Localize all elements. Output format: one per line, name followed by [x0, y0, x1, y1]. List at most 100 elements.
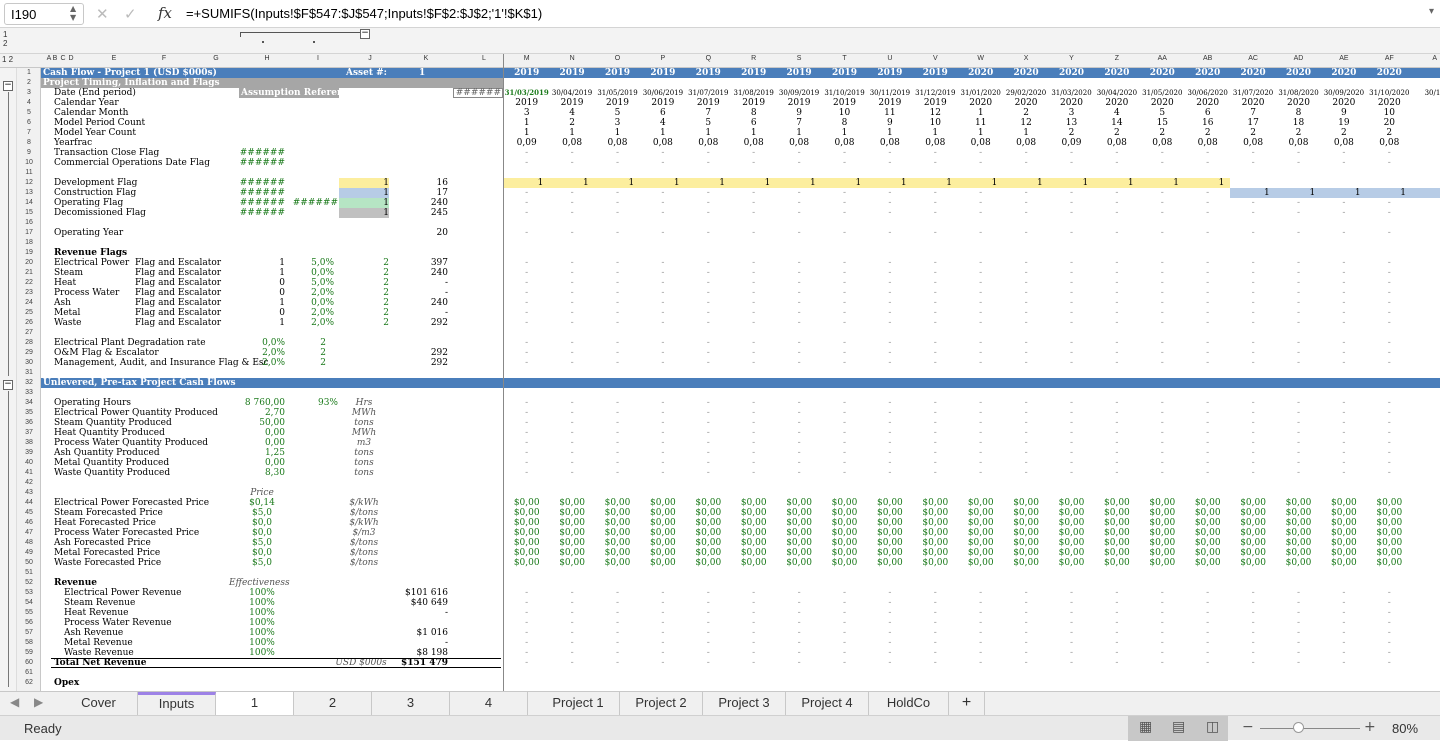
row-header[interactable]: 29: [17, 348, 41, 358]
row-header[interactable]: 47: [17, 528, 41, 538]
sheet-grid[interactable]: Cash Flow - Project 1 (USD $000s) Asset …: [41, 68, 1440, 691]
formula-input[interactable]: =+SUMIFS(Inputs!$F$547:$J$547;Inputs!$F$…: [186, 6, 542, 21]
row-header[interactable]: 27: [17, 328, 41, 338]
column-header-ae[interactable]: AE: [1336, 55, 1352, 62]
sheet-tab-project-1[interactable]: Project 1: [537, 692, 620, 715]
row-header[interactable]: 5: [17, 108, 41, 118]
row-header[interactable]: 39: [17, 448, 41, 458]
row-header[interactable]: 49: [17, 548, 41, 558]
row-header[interactable]: 45: [17, 508, 41, 518]
row-header[interactable]: 26: [17, 318, 41, 328]
row-header[interactable]: 13: [17, 188, 41, 198]
function-icon[interactable]: fx: [158, 4, 172, 22]
column-header-t[interactable]: T: [837, 55, 853, 62]
row-header[interactable]: 32: [17, 378, 41, 388]
cancel-icon[interactable]: ✕: [96, 5, 109, 23]
row-header[interactable]: 48: [17, 538, 41, 548]
row-header[interactable]: 38: [17, 438, 41, 448]
row-header[interactable]: 40: [17, 458, 41, 468]
name-box-stepper-icon[interactable]: ▲ ▼: [70, 4, 76, 22]
row-header[interactable]: 9: [17, 148, 41, 158]
column-header-f[interactable]: F: [160, 55, 168, 62]
row-header[interactable]: 50: [17, 558, 41, 568]
row-outline-level-buttons[interactable]: 1 2: [2, 55, 13, 64]
row-header[interactable]: 28: [17, 338, 41, 348]
row-header[interactable]: 55: [17, 608, 41, 618]
column-header-z[interactable]: Z: [1109, 55, 1125, 62]
page-layout-icon[interactable]: ▤: [1172, 719, 1185, 735]
page-break-preview-icon[interactable]: ◫: [1206, 719, 1219, 735]
column-header-ac[interactable]: AC: [1245, 55, 1261, 62]
row-header[interactable]: 43: [17, 488, 41, 498]
row-header[interactable]: 17: [17, 228, 41, 238]
sheet-tab-inputs[interactable]: Inputs: [138, 692, 216, 715]
row-header[interactable]: 20: [17, 258, 41, 268]
row-header[interactable]: 25: [17, 308, 41, 318]
outline-level-buttons[interactable]: 12: [3, 30, 7, 48]
column-header-af[interactable]: AF: [1381, 55, 1397, 62]
row-header[interactable]: 31: [17, 368, 41, 378]
sheet-tab-cover[interactable]: Cover: [60, 692, 138, 715]
add-sheet-button[interactable]: +: [949, 692, 985, 715]
column-header-c[interactable]: C: [59, 55, 67, 62]
normal-view-icon[interactable]: ▦: [1139, 719, 1152, 735]
zoom-out-icon[interactable]: −: [1242, 719, 1254, 735]
sheet-tab-project-3[interactable]: Project 3: [703, 692, 786, 715]
row-header[interactable]: 8: [17, 138, 41, 148]
sheet-tab-1[interactable]: 1: [216, 692, 294, 715]
row-header[interactable]: 11: [17, 168, 41, 178]
column-header-q[interactable]: Q: [700, 55, 716, 62]
column-header-u[interactable]: U: [882, 55, 898, 62]
column-header-k[interactable]: K: [422, 55, 430, 62]
row-header[interactable]: 18: [17, 238, 41, 248]
row-header[interactable]: 23: [17, 288, 41, 298]
column-header-aa[interactable]: AA: [1154, 55, 1170, 62]
row-header[interactable]: 53: [17, 588, 41, 598]
column-header-p[interactable]: P: [655, 55, 671, 62]
row-header[interactable]: 46: [17, 518, 41, 528]
sheet-tab-project-2[interactable]: Project 2: [620, 692, 703, 715]
row-header[interactable]: 16: [17, 218, 41, 228]
column-header-v[interactable]: V: [927, 55, 943, 62]
sheet-tab-holdco[interactable]: HoldCo: [869, 692, 949, 715]
column-header-ab[interactable]: AB: [1200, 55, 1216, 62]
sheet-tab-3[interactable]: 3: [372, 692, 450, 715]
row-header[interactable]: 52: [17, 578, 41, 588]
column-header-g[interactable]: G: [212, 55, 220, 62]
column-header-ad[interactable]: AD: [1291, 55, 1307, 62]
row-header[interactable]: 30: [17, 358, 41, 368]
row-header[interactable]: 37: [17, 428, 41, 438]
column-header-n[interactable]: N: [564, 55, 580, 62]
scroll-tabs-left-icon[interactable]: ◀: [10, 695, 19, 709]
row-header[interactable]: 42: [17, 478, 41, 488]
expand-formula-bar-icon[interactable]: ▾: [1429, 6, 1434, 17]
row-header[interactable]: 7: [17, 128, 41, 138]
column-header-l[interactable]: L: [480, 55, 488, 62]
row-header[interactable]: 35: [17, 408, 41, 418]
zoom-in-icon[interactable]: +: [1364, 719, 1376, 735]
column-header-r[interactable]: R: [746, 55, 762, 62]
row-header[interactable]: 24: [17, 298, 41, 308]
sheet-tab-2[interactable]: 2: [294, 692, 372, 715]
row-header[interactable]: 33: [17, 388, 41, 398]
row-header[interactable]: 4: [17, 98, 41, 108]
confirm-icon[interactable]: ✓: [124, 5, 137, 23]
row-header[interactable]: 2: [17, 78, 41, 88]
row-header[interactable]: 1: [17, 68, 41, 78]
row-header[interactable]: 34: [17, 398, 41, 408]
column-header-e[interactable]: E: [110, 55, 118, 62]
column-header-j[interactable]: J: [366, 55, 374, 62]
row-header[interactable]: 22: [17, 278, 41, 288]
row-header[interactable]: 12: [17, 178, 41, 188]
row-header[interactable]: 6: [17, 118, 41, 128]
row-header[interactable]: 54: [17, 598, 41, 608]
row-header[interactable]: 19: [17, 248, 41, 258]
column-header-w[interactable]: W: [973, 55, 989, 62]
column-header-a[interactable]: A: [1427, 55, 1440, 62]
collapse-rows-button[interactable]: −: [3, 81, 13, 91]
row-header[interactable]: 60: [17, 658, 41, 668]
row-header[interactable]: 61: [17, 668, 41, 678]
column-header-h[interactable]: H: [263, 55, 271, 62]
column-header-i[interactable]: I: [314, 55, 322, 62]
column-header-d[interactable]: D: [67, 55, 75, 62]
